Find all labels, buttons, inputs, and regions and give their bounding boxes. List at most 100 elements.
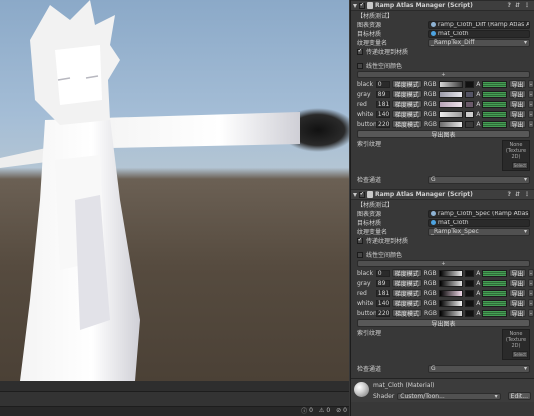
checkbox[interactable] (357, 251, 363, 258)
export-button[interactable]: 导出 (509, 289, 526, 298)
gradient-index-field[interactable]: 0 (375, 80, 390, 88)
foldout-arrow-icon[interactable] (353, 192, 357, 197)
error-count[interactable]: ⊘ 0 (336, 406, 347, 415)
texture-slot[interactable]: None (Texture 2D) Select (502, 140, 530, 171)
gradient-end-swatch[interactable] (465, 299, 475, 307)
gradient-end-swatch[interactable] (465, 289, 475, 297)
check-channel-dropdown[interactable]: G (428, 364, 530, 373)
scene-view[interactable] (0, 0, 349, 381)
remove-button[interactable]: - (528, 279, 534, 287)
gradient-mode-button[interactable]: 梯度模式 (391, 100, 422, 109)
remove-button[interactable]: - (528, 100, 534, 108)
select-texture-button[interactable]: Select (511, 162, 528, 169)
gradient-index-field[interactable]: 181 (375, 289, 390, 297)
gradient-end-swatch[interactable] (465, 90, 475, 98)
linear-color-toggle[interactable]: 线性空间颜色 (351, 61, 534, 70)
alpha-gradient[interactable] (482, 269, 507, 277)
texture-slot[interactable]: None (Texture 2D) Select (502, 329, 530, 360)
gradient-mode-button[interactable]: 梯度模式 (391, 289, 422, 298)
gradient-swatch[interactable] (438, 289, 464, 297)
preset-icon[interactable]: ⇵ (515, 2, 520, 9)
alpha-gradient[interactable] (482, 289, 507, 297)
export-button[interactable]: 导出 (509, 100, 526, 109)
texture-variable-dropdown[interactable]: _RampTex_Diff (428, 38, 530, 47)
gradient-end-swatch[interactable] (465, 120, 475, 128)
gradient-index-field[interactable]: 89 (375, 279, 390, 287)
gradient-swatch[interactable] (438, 269, 464, 277)
gradient-swatch[interactable] (438, 90, 464, 98)
gradient-mode-button[interactable]: 梯度模式 (391, 299, 422, 308)
alpha-gradient[interactable] (482, 100, 507, 108)
add-gradient-button[interactable]: + (357, 260, 530, 267)
gradient-swatch[interactable] (438, 309, 464, 317)
component-header[interactable]: ✔ Ramp Atlas Manager (Script) ? ⇵ ⋮ (351, 189, 534, 200)
gradient-swatch[interactable] (438, 120, 464, 128)
gradient-index-field[interactable]: 140 (375, 299, 390, 307)
export-chart-button[interactable]: 导出图表 (357, 130, 530, 139)
gradient-mode-button[interactable]: 梯度模式 (391, 269, 422, 278)
select-texture-button[interactable]: Select (511, 351, 528, 358)
export-button[interactable]: 导出 (509, 120, 526, 129)
alpha-gradient[interactable] (482, 80, 507, 88)
export-button[interactable]: 导出 (509, 269, 526, 278)
remove-button[interactable]: - (528, 110, 534, 118)
alpha-gradient[interactable] (482, 90, 507, 98)
gradient-index-field[interactable]: 220 (376, 120, 390, 128)
checkbox[interactable]: ✔ (357, 48, 363, 55)
pass-texture-toggle[interactable]: ✔ 传递纹理到材质 (351, 47, 534, 56)
preset-icon[interactable]: ⇵ (515, 191, 520, 198)
remove-button[interactable]: - (528, 90, 534, 98)
export-chart-button[interactable]: 导出图表 (357, 319, 530, 328)
check-channel-dropdown[interactable]: G (428, 175, 530, 184)
object-field[interactable]: ramp_Cloth_Diff (Ramp Atlas As (428, 20, 530, 29)
pass-texture-toggle[interactable]: ✔ 传递纹理到材质 (351, 236, 534, 245)
log-count[interactable]: ⓘ 0 (301, 406, 313, 415)
help-icon[interactable]: ? (507, 191, 510, 198)
warning-count[interactable]: ⚠ 0 (319, 406, 330, 415)
gradient-mode-button[interactable]: 梯度模式 (391, 110, 422, 119)
gradient-index-field[interactable]: 0 (375, 269, 390, 277)
gradient-mode-button[interactable]: 梯度模式 (391, 80, 422, 89)
material-header[interactable]: mat_Cloth (Material) Shader Custom/Toon.… (351, 378, 534, 402)
more-options-icon[interactable]: ⋮ (524, 191, 530, 198)
foldout-arrow-icon[interactable] (353, 3, 357, 8)
texture-variable-dropdown[interactable]: _RampTex_Spec (428, 227, 530, 236)
object-field[interactable]: mat_Cloth (428, 29, 530, 38)
gradient-mode-button[interactable]: 梯度模式 (391, 279, 422, 288)
export-button[interactable]: 导出 (509, 80, 526, 89)
gradient-end-swatch[interactable] (465, 269, 475, 277)
remove-button[interactable]: - (528, 309, 534, 317)
object-field[interactable]: ramp_Cloth_Spec (Ramp Atlas A (428, 209, 530, 218)
gradient-swatch[interactable] (438, 110, 464, 118)
remove-button[interactable]: - (528, 299, 534, 307)
gradient-end-swatch[interactable] (465, 279, 475, 287)
gradient-index-field[interactable]: 89 (375, 90, 390, 98)
gradient-index-field[interactable]: 181 (375, 100, 390, 108)
remove-button[interactable]: - (528, 80, 534, 88)
gradient-end-swatch[interactable] (465, 110, 475, 118)
gradient-end-swatch[interactable] (465, 80, 475, 88)
gradient-mode-button[interactable]: 梯度模式 (391, 90, 422, 99)
linear-color-toggle[interactable]: 线性空间颜色 (351, 250, 534, 259)
remove-button[interactable]: - (528, 289, 534, 297)
shader-dropdown[interactable]: Custom/Toon... (397, 392, 501, 400)
checkbox[interactable]: ✔ (357, 237, 363, 244)
export-button[interactable]: 导出 (509, 309, 526, 318)
checkbox[interactable] (357, 62, 363, 69)
more-options-icon[interactable]: ⋮ (524, 2, 530, 9)
alpha-gradient[interactable] (482, 110, 507, 118)
gradient-swatch[interactable] (438, 299, 464, 307)
export-button[interactable]: 导出 (509, 110, 526, 119)
export-button[interactable]: 导出 (509, 299, 526, 308)
remove-button[interactable]: - (528, 120, 534, 128)
component-enabled-checkbox[interactable]: ✔ (359, 191, 365, 198)
component-header[interactable]: ✔ Ramp Atlas Manager (Script) ? ⇵ ⋮ (351, 0, 534, 11)
object-field[interactable]: mat_Cloth (428, 218, 530, 227)
remove-button[interactable]: - (528, 269, 534, 277)
gradient-mode-button[interactable]: 梯度模式 (392, 120, 422, 129)
gradient-index-field[interactable]: 140 (375, 110, 390, 118)
gradient-mode-button[interactable]: 梯度模式 (392, 309, 422, 318)
gradient-index-field[interactable]: 220 (376, 309, 390, 317)
gradient-end-swatch[interactable] (465, 100, 475, 108)
export-button[interactable]: 导出 (509, 279, 526, 288)
